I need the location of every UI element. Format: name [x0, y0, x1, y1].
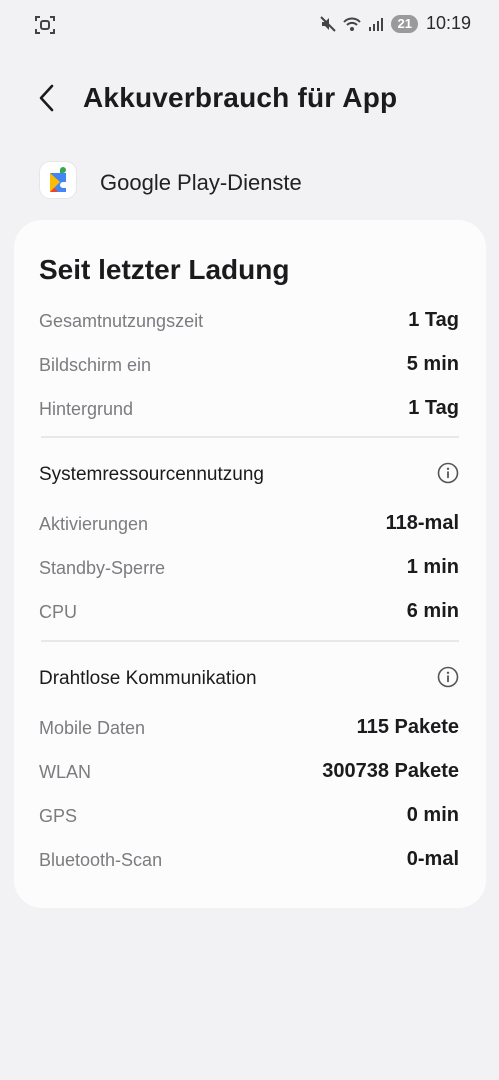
page-title: Akkuverbrauch für App [83, 82, 398, 113]
app-name: Google Play-Dienste [100, 170, 302, 195]
usage-row-background: Hintergrund 1 Tag [39, 395, 459, 427]
row-label: WLAN [39, 762, 92, 782]
row-value: 300738 Pakete [322, 760, 459, 782]
section-heading: Drahtlose Kommunikation [39, 668, 257, 689]
usage-row-total: Gesamtnutzungszeit 1 Tag [39, 307, 459, 339]
divider [41, 436, 459, 438]
wireless-header: Drahtlose Kommunikation [39, 664, 459, 696]
wireless-row-mobile-data: Mobile Daten 115 Pakete [39, 714, 459, 746]
status-bar: 21 10:19 [0, 0, 499, 52]
screenshot-icon [35, 16, 55, 34]
row-value: 1 Tag [408, 309, 459, 331]
usage-row-screen-on: Bildschirm ein 5 min [39, 351, 459, 383]
wifi-icon [343, 17, 362, 31]
info-icon[interactable] [437, 462, 459, 484]
divider [41, 640, 459, 642]
row-value: 0-mal [406, 848, 459, 870]
row-value: 1 min [406, 556, 459, 578]
row-label: Mobile Daten [39, 718, 146, 738]
wireless-row-bluetooth-scan: Bluetooth-Scan 0-mal [39, 846, 459, 878]
clock: 10:19 [425, 13, 471, 33]
row-value: 6 min [406, 600, 459, 622]
row-label: Bildschirm ein [39, 355, 152, 375]
row-value: 118-mal [385, 512, 459, 534]
row-label: Bluetooth-Scan [39, 850, 163, 870]
row-value: 5 min [406, 353, 459, 375]
row-label: Hintergrund [39, 399, 134, 419]
row-label: CPU [39, 602, 78, 622]
app-info: Google Play-Dienste [0, 158, 499, 204]
info-icon[interactable] [437, 666, 459, 688]
system-resources-header: Systemressourcennutzung [39, 460, 459, 492]
mute-icon [320, 15, 337, 32]
section-heading: Systemressourcennutzung [39, 464, 264, 485]
row-label: Gesamtnutzungszeit [39, 311, 204, 331]
system-row-cpu: CPU 6 min [39, 598, 459, 630]
row-label: GPS [39, 806, 78, 826]
row-value: 1 Tag [408, 397, 459, 419]
row-value: 0 min [406, 804, 459, 826]
system-row-wakelock: Standby-Sperre 1 min [39, 554, 459, 586]
row-label: Standby-Sperre [39, 558, 166, 578]
google-play-services-icon [40, 162, 76, 198]
wireless-row-wlan: WLAN 300738 Pakete [39, 758, 459, 790]
card-title: Seit letzter Ladung [39, 254, 290, 285]
system-row-wakeups: Aktivierungen 118-mal [39, 510, 459, 542]
row-value: 115 Pakete [356, 716, 459, 738]
battery-level: 21 [391, 14, 418, 33]
app-bar: Akkuverbrauch für App [0, 70, 499, 130]
chevron-left-icon[interactable] [34, 82, 62, 114]
wireless-row-gps: GPS 0 min [39, 802, 459, 834]
row-label: Aktivierungen [39, 514, 149, 534]
battery-usage-card: Seit letzter Ladung Gesamtnutzungszeit 1… [14, 220, 486, 908]
signal-icon [369, 17, 384, 31]
